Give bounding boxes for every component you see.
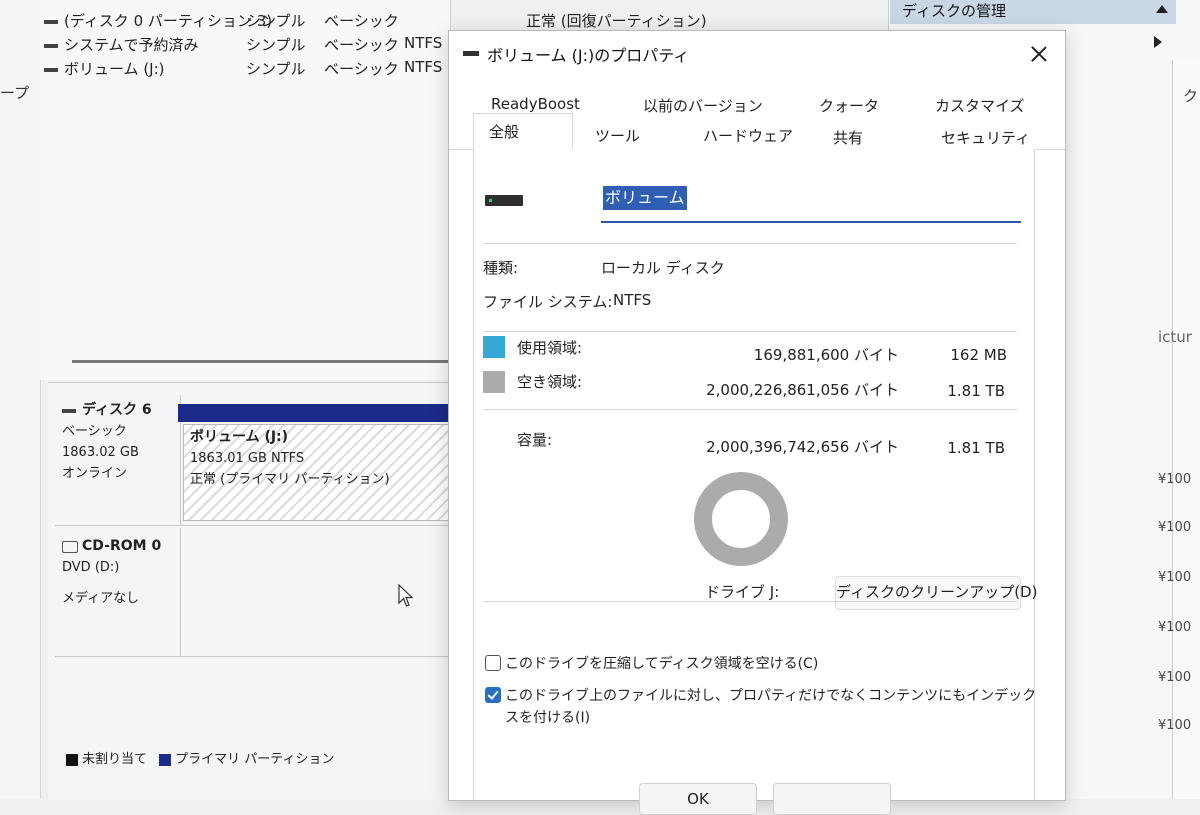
volume-icon [44, 43, 58, 48]
divider [180, 528, 181, 656]
primary-partition-bar [178, 404, 450, 422]
used-label: 使用領域: [517, 339, 583, 357]
dialog-title: ボリューム (J:)のプロパティ [487, 46, 690, 65]
mouse-cursor-icon [398, 584, 414, 607]
adjacent-price-column: ¥100 ¥100 ¥100 ¥100 ¥100 ¥100 [1158, 472, 1192, 733]
volume-row[interactable]: (ディスク 0 パーティション 3) シンプル ベーシック 正常 (回復パーティ… [40, 8, 707, 32]
legend: 未割り当て プライマリ パーティション [66, 748, 335, 767]
divider [483, 243, 1017, 244]
tab-hardware[interactable]: ハードウェア [703, 125, 793, 146]
drive-icon [485, 195, 523, 206]
free-space-swatch [483, 371, 505, 393]
divider [483, 331, 1017, 332]
primary-swatch [159, 753, 172, 766]
disk-cleanup-button[interactable]: ディスクのクリーンアップ(D) [835, 576, 1037, 610]
volume-list: (ディスク 0 パーティション 3) シンプル ベーシック 正常 (回復パーティ… [40, 0, 707, 380]
type-value: ローカル ディスク [601, 259, 725, 277]
divider [483, 409, 1017, 410]
divider [55, 656, 450, 657]
tab-security[interactable]: セキュリティ [941, 127, 1030, 148]
capacity-bytes: 2,000,396,742,656 バイト [706, 438, 899, 456]
dialog-title-bar[interactable]: ボリューム (J:)のプロパティ [449, 31, 1065, 75]
disk6-label[interactable]: ディスク 6 ベーシック 1863.02 GB オンライン [62, 400, 152, 484]
volume-icon [44, 19, 58, 24]
compress-checkbox[interactable] [485, 655, 501, 671]
partition-j[interactable]: ボリューム (J:) 1863.01 GB NTFS 正常 (プライマリ パーテ… [183, 424, 452, 521]
index-label-line2[interactable]: スを付ける(I) [505, 707, 590, 727]
free-size: 1.81 TB [947, 382, 1005, 400]
index-label-line1[interactable]: このドライブ上のファイルに対し、プロパティだけでなくコンテンツにもインデック [505, 685, 1036, 705]
active-tab-frame [473, 113, 573, 151]
volume-row[interactable]: ボリューム (J:) シンプル ベーシック NTFS [40, 56, 450, 80]
horizontal-scrollbar[interactable] [72, 360, 452, 363]
more-actions-arrow-icon[interactable] [1154, 36, 1162, 48]
adjacent-window-fragment: ictur [1158, 328, 1192, 346]
properties-dialog: ボリューム (J:)のプロパティ ReadyBoost 以前のバージョン クォー… [448, 30, 1066, 815]
tab-tools[interactable]: ツール [595, 125, 640, 146]
collapse-up-icon[interactable] [1156, 5, 1168, 13]
ok-button[interactable]: OK [639, 783, 757, 815]
usage-donut-chart [694, 472, 788, 566]
divider [55, 525, 450, 526]
unallocated-swatch [66, 753, 78, 766]
used-space-swatch [483, 336, 505, 358]
adjacent-window-fragment: ク [1183, 87, 1199, 105]
index-checkbox[interactable] [485, 687, 501, 703]
compress-label[interactable]: このドライブを圧縮してディスク領域を空ける(C) [505, 653, 818, 673]
cdrom-label[interactable]: CD-ROM 0 DVD (D:) メディアなし [62, 536, 161, 609]
tab-general[interactable]: 全般 [489, 121, 519, 142]
tab-previous-versions[interactable]: 以前のバージョン [643, 95, 763, 116]
fs-label: ファイル システム: [483, 293, 613, 311]
fs-value: NTFS [613, 291, 652, 309]
used-bytes: 169,881,600 バイト [753, 346, 899, 364]
left-strip-text: ープ [0, 84, 30, 102]
used-size: 162 MB [950, 346, 1007, 364]
tab-customize[interactable]: カスタマイズ [935, 95, 1025, 116]
capacity-size: 1.81 TB [947, 439, 1005, 457]
tab-readyboost[interactable]: ReadyBoost [491, 95, 580, 113]
drive-label: ドライブ J: [705, 583, 780, 601]
free-bytes: 2,000,226,861,056 バイト [706, 381, 899, 399]
tab-quota[interactable]: クォータ [819, 95, 879, 116]
actions-header[interactable]: ディスクの管理 [890, 0, 1176, 24]
close-button[interactable] [1021, 39, 1057, 69]
volume-row[interactable]: システムで予約済み シンプル ベーシック NTFS [40, 32, 450, 56]
cancel-button[interactable] [773, 783, 891, 815]
volume-name-selection: ボリューム [603, 186, 687, 210]
drive-icon [463, 51, 479, 56]
capacity-label: 容量: [517, 431, 553, 449]
tab-sharing[interactable]: 共有 [833, 127, 863, 148]
free-space-ring [694, 472, 788, 566]
cdrom-icon [62, 540, 78, 553]
type-label: 種類: [483, 259, 519, 277]
disk-icon [62, 408, 76, 413]
divider [483, 601, 1017, 602]
left-strip: ープ [0, 0, 41, 799]
free-label: 空き領域: [517, 373, 583, 391]
volume-icon [44, 67, 58, 72]
